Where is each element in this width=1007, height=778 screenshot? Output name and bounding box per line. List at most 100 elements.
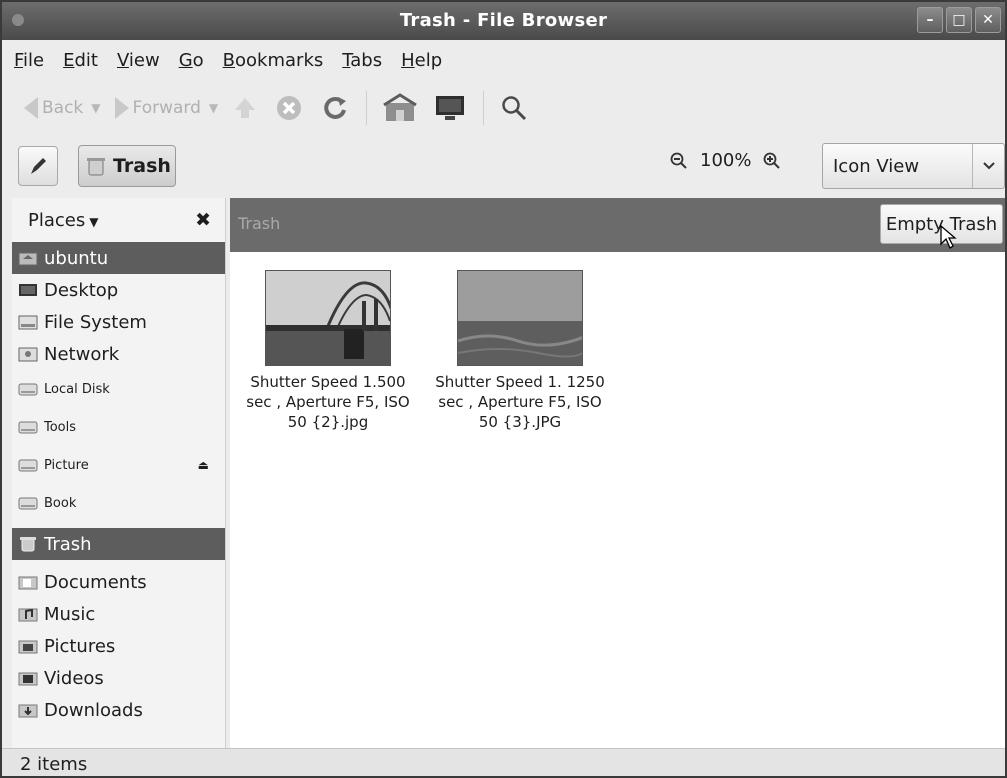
sidebar-item-label: Desktop bbox=[44, 279, 119, 301]
file-item[interactable]: Shutter Speed 1. 1250 sec , Aperture F5,… bbox=[432, 270, 608, 432]
minimize-icon[interactable]: – bbox=[917, 7, 943, 33]
menu-bookmarks[interactable]: Bookmarks bbox=[223, 50, 324, 71]
sidebar-item-label: Local Disk bbox=[44, 381, 110, 397]
documents-folder-icon bbox=[18, 574, 38, 590]
forward-label: Forward bbox=[132, 98, 201, 118]
edit-location-button[interactable] bbox=[18, 146, 58, 186]
sidebar-item-label: Tools bbox=[44, 419, 77, 435]
chevron-down-icon[interactable]: ▼ bbox=[209, 101, 218, 115]
zoom-control: 100% bbox=[670, 150, 781, 171]
sidebar-item-label: Pictures bbox=[44, 635, 116, 657]
file-browser-window: Trash - File Browser – □ ✕ File Edit View G… bbox=[0, 0, 1007, 778]
view-mode-value: Icon View bbox=[833, 155, 920, 177]
status-text: 2 items bbox=[20, 754, 88, 775]
back-arrow-icon bbox=[24, 97, 38, 119]
sidebar-item-label: Picture bbox=[44, 457, 89, 473]
sidebar-item-label: Music bbox=[44, 603, 96, 625]
sidebar-item-desktop[interactable]: Desktop bbox=[12, 274, 225, 306]
sidebar-item-videos[interactable]: Videos bbox=[12, 662, 225, 694]
menu-file[interactable]: File bbox=[14, 50, 44, 71]
sidebar-item-music[interactable]: Music bbox=[12, 598, 225, 630]
sidebar-item-network[interactable]: Network bbox=[12, 338, 225, 370]
eject-icon[interactable]: ⏏ bbox=[198, 458, 209, 472]
drive-icon bbox=[18, 457, 38, 473]
pictures-folder-icon bbox=[18, 638, 38, 654]
forward-button[interactable]: Forward ▼ bbox=[114, 97, 218, 119]
zoom-out-icon[interactable] bbox=[670, 152, 688, 170]
forward-arrow-icon bbox=[114, 97, 129, 119]
chevron-down-icon[interactable]: ▼ bbox=[89, 215, 98, 229]
sidebar-item-label: Network bbox=[44, 343, 120, 365]
sidebar-item-pictures[interactable]: Pictures bbox=[12, 630, 225, 662]
sidebar-item-label: Downloads bbox=[44, 699, 143, 721]
chevron-down-icon[interactable]: ▼ bbox=[91, 101, 100, 115]
sidebar-item-trash[interactable]: Trash bbox=[12, 528, 225, 560]
close-icon[interactable]: ✕ bbox=[975, 7, 1001, 33]
desktop-icon bbox=[18, 282, 38, 298]
bridge-photo-thumbnail bbox=[265, 270, 391, 366]
maximize-icon[interactable]: □ bbox=[946, 7, 972, 33]
navigation-toolbar: Back ▼ Forward ▼ bbox=[2, 82, 1005, 134]
network-icon bbox=[18, 346, 38, 362]
music-folder-icon bbox=[18, 606, 38, 622]
menu-edit[interactable]: Edit bbox=[63, 50, 98, 71]
menu-bar: File Edit View Go Bookmarks Tabs Help bbox=[2, 40, 1005, 80]
places-label: Places bbox=[28, 209, 86, 231]
close-sidebar-icon[interactable]: ✖ bbox=[195, 209, 211, 231]
location-banner: Trash Empty Trash bbox=[230, 198, 1005, 252]
sidebar-item-ubuntu[interactable]: ubuntu bbox=[12, 242, 225, 274]
menu-help[interactable]: Help bbox=[401, 50, 442, 71]
file-item[interactable]: Shutter Speed 1.500 sec , Aperture F5, I… bbox=[240, 270, 416, 432]
home-icon[interactable] bbox=[383, 93, 417, 123]
videos-folder-icon bbox=[18, 670, 38, 686]
menu-tabs[interactable]: Tabs bbox=[342, 50, 382, 71]
title-bar[interactable]: Trash - File Browser – □ ✕ bbox=[2, 2, 1005, 40]
file-view: Trash Empty Trash Shutter Speed 1.500 se… bbox=[230, 198, 1005, 748]
menu-view[interactable]: View bbox=[117, 50, 160, 71]
view-mode-select[interactable]: Icon View bbox=[822, 143, 1005, 189]
breadcrumb-label: Trash bbox=[113, 155, 171, 177]
back-button[interactable]: Back ▼ bbox=[24, 97, 101, 119]
mouse-cursor-icon bbox=[940, 224, 957, 249]
trash-icon bbox=[87, 158, 105, 176]
stop-icon[interactable] bbox=[274, 93, 304, 123]
downloads-folder-icon bbox=[18, 702, 38, 718]
sidebar-item-tools[interactable]: Tools bbox=[12, 408, 225, 446]
computer-icon[interactable] bbox=[433, 93, 467, 123]
status-bar: 2 items bbox=[2, 748, 1005, 776]
sidebar-item-documents[interactable]: Documents bbox=[12, 566, 225, 598]
file-name: Shutter Speed 1.500 sec , Aperture F5, I… bbox=[246, 373, 410, 431]
sidebar-item-local-disk[interactable]: Local Disk bbox=[12, 370, 225, 408]
places-header[interactable]: Places ▼ ✖ bbox=[12, 198, 225, 242]
sidebar: Places ▼ ✖ ubuntu Desktop File System Networ… bbox=[12, 198, 226, 748]
zoom-in-icon[interactable] bbox=[763, 152, 781, 170]
pencil-icon bbox=[31, 158, 46, 174]
sidebar-item-label: Trash bbox=[44, 533, 92, 555]
drive-icon bbox=[18, 495, 38, 511]
up-arrow-icon[interactable] bbox=[232, 95, 258, 121]
chevron-down-icon[interactable] bbox=[972, 144, 1004, 188]
sidebar-item-label: Videos bbox=[44, 667, 104, 689]
sidebar-item-label: Documents bbox=[44, 571, 147, 593]
location-label: Trash bbox=[238, 214, 281, 233]
drive-icon bbox=[18, 419, 38, 435]
sidebar-item-file-system[interactable]: File System bbox=[12, 306, 225, 338]
sidebar-item-picture[interactable]: Picture ⏏ bbox=[12, 446, 225, 484]
menu-go[interactable]: Go bbox=[179, 50, 204, 71]
zoom-level[interactable]: 100% bbox=[700, 150, 751, 171]
breadcrumb-trash[interactable]: Trash bbox=[78, 145, 176, 187]
sidebar-item-label: ubuntu bbox=[44, 247, 109, 269]
trash-icon bbox=[18, 536, 38, 552]
sidebar-item-label: File System bbox=[44, 311, 147, 333]
location-bar: Trash 100% Icon View bbox=[2, 136, 1005, 194]
window-title: Trash - File Browser bbox=[399, 10, 608, 31]
sidebar-item-book[interactable]: Book bbox=[12, 484, 225, 522]
drive-icon bbox=[18, 381, 38, 397]
sidebar-item-label: Book bbox=[44, 495, 77, 511]
filesystem-icon bbox=[18, 314, 38, 330]
reload-icon[interactable] bbox=[320, 93, 350, 123]
sidebar-item-downloads[interactable]: Downloads bbox=[12, 694, 225, 726]
sea-photo-thumbnail bbox=[457, 270, 583, 366]
search-icon[interactable] bbox=[500, 94, 528, 122]
home-folder-icon bbox=[18, 250, 38, 266]
